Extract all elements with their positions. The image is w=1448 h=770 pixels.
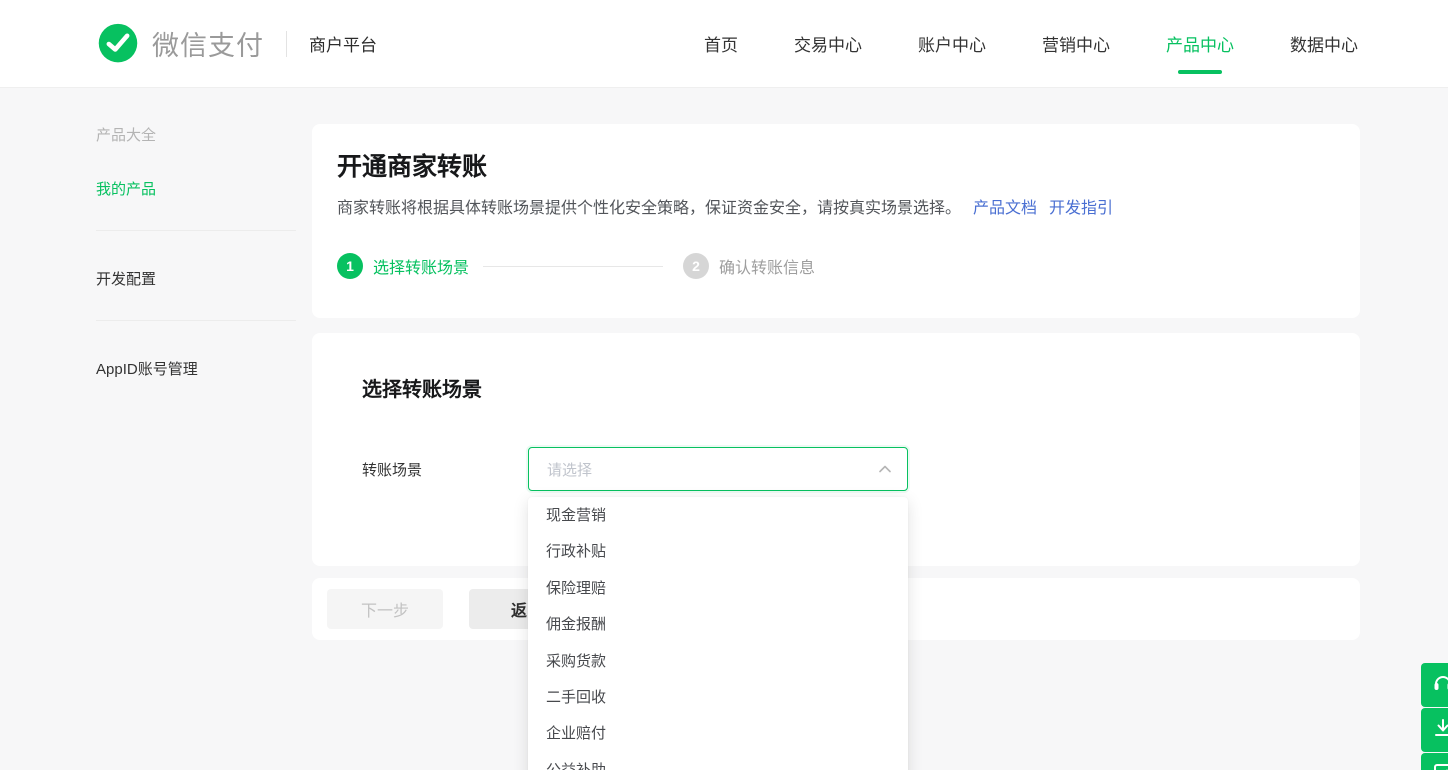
product-doc-link[interactable]: 产品文档 xyxy=(973,200,1037,217)
download-button[interactable] xyxy=(1421,708,1448,752)
sidebar-divider xyxy=(96,320,296,321)
wechat-pay-logo-icon xyxy=(96,22,140,66)
step-indicator: 1 选择转账场景 2 确认转账信息 xyxy=(337,253,1335,279)
step-1-label: 选择转账场景 xyxy=(373,254,469,278)
form-icon xyxy=(1431,761,1448,770)
sidebar-item-dev-config[interactable]: 开发配置 xyxy=(96,268,296,289)
select-placeholder: 请选择 xyxy=(547,459,877,480)
step-connector-line xyxy=(483,266,663,267)
floating-toolbar xyxy=(1421,663,1448,770)
dropdown-option-cash-marketing[interactable]: 现金营销 xyxy=(528,498,908,534)
dev-guide-link[interactable]: 开发指引 xyxy=(1049,200,1113,217)
page-description: 商家转账将根据具体转账场景提供个性化安全策略，保证资金安全，请按真实场景选择。 xyxy=(337,200,961,217)
transfer-scene-dropdown: 现金营销 行政补贴 保险理赔 佣金报酬 采购货款 二手回收 企业赔付 公益补助 xyxy=(528,497,908,770)
step-2-badge: 2 xyxy=(683,253,709,279)
dropdown-option-procurement[interactable]: 采购货款 xyxy=(528,644,908,680)
dropdown-option-insurance-claim[interactable]: 保险理赔 xyxy=(528,571,908,607)
transfer-scene-label: 转账场景 xyxy=(362,459,528,480)
page-title: 开通商家转账 xyxy=(337,151,1335,183)
intro-card: 开通商家转账 商家转账将根据具体转账场景提供个性化安全策略，保证资金安全，请按真… xyxy=(312,124,1360,318)
dropdown-option-public-welfare[interactable]: 公益补助 xyxy=(528,753,908,770)
step-2-label: 确认转账信息 xyxy=(719,254,815,278)
survey-button[interactable] xyxy=(1421,753,1448,770)
nav-item-transaction-center[interactable]: 交易中心 xyxy=(792,21,864,66)
dropdown-option-commission[interactable]: 佣金报酬 xyxy=(528,607,908,643)
main-nav: 首页 交易中心 账户中心 营销中心 产品中心 数据中心 xyxy=(702,21,1360,66)
sidebar: 产品大全 我的产品 开发配置 AppID账号管理 xyxy=(96,124,296,379)
logo-wordmark: 微信支付 xyxy=(152,24,264,63)
form-title: 选择转账场景 xyxy=(362,377,1310,403)
top-header: 微信支付 商户平台 首页 交易中心 账户中心 营销中心 产品中心 数据中心 xyxy=(0,0,1448,88)
download-icon xyxy=(1431,716,1448,745)
next-step-button[interactable]: 下一步 xyxy=(327,589,443,629)
dropdown-option-admin-subsidy[interactable]: 行政补贴 xyxy=(528,534,908,570)
portal-name: 商户平台 xyxy=(309,31,377,56)
transfer-scene-select[interactable]: 请选择 xyxy=(528,447,908,491)
dropdown-option-secondhand-recycle[interactable]: 二手回收 xyxy=(528,680,908,716)
sidebar-divider xyxy=(96,230,296,231)
brand: 微信支付 商户平台 xyxy=(96,22,377,66)
step-1-badge: 1 xyxy=(337,253,363,279)
nav-item-product-center[interactable]: 产品中心 xyxy=(1164,21,1236,66)
dropdown-option-enterprise-compensation[interactable]: 企业赔付 xyxy=(528,716,908,752)
sidebar-item-appid-management[interactable]: AppID账号管理 xyxy=(96,358,296,379)
sidebar-item-my-products[interactable]: 我的产品 xyxy=(96,178,296,199)
page-description-row: 商家转账将根据具体转账场景提供个性化安全策略，保证资金安全，请按真实场景选择。产… xyxy=(337,198,1335,220)
nav-item-data-center[interactable]: 数据中心 xyxy=(1288,21,1360,66)
nav-item-marketing-center[interactable]: 营销中心 xyxy=(1040,21,1112,66)
nav-item-account-center[interactable]: 账户中心 xyxy=(916,21,988,66)
customer-service-button[interactable] xyxy=(1421,663,1448,707)
transfer-scene-field-row: 转账场景 请选择 xyxy=(362,447,1310,491)
nav-item-home[interactable]: 首页 xyxy=(702,21,740,66)
headset-icon xyxy=(1431,671,1448,700)
chevron-up-icon xyxy=(877,461,893,477)
sidebar-section-title: 产品大全 xyxy=(96,124,296,145)
brand-divider xyxy=(286,31,287,57)
